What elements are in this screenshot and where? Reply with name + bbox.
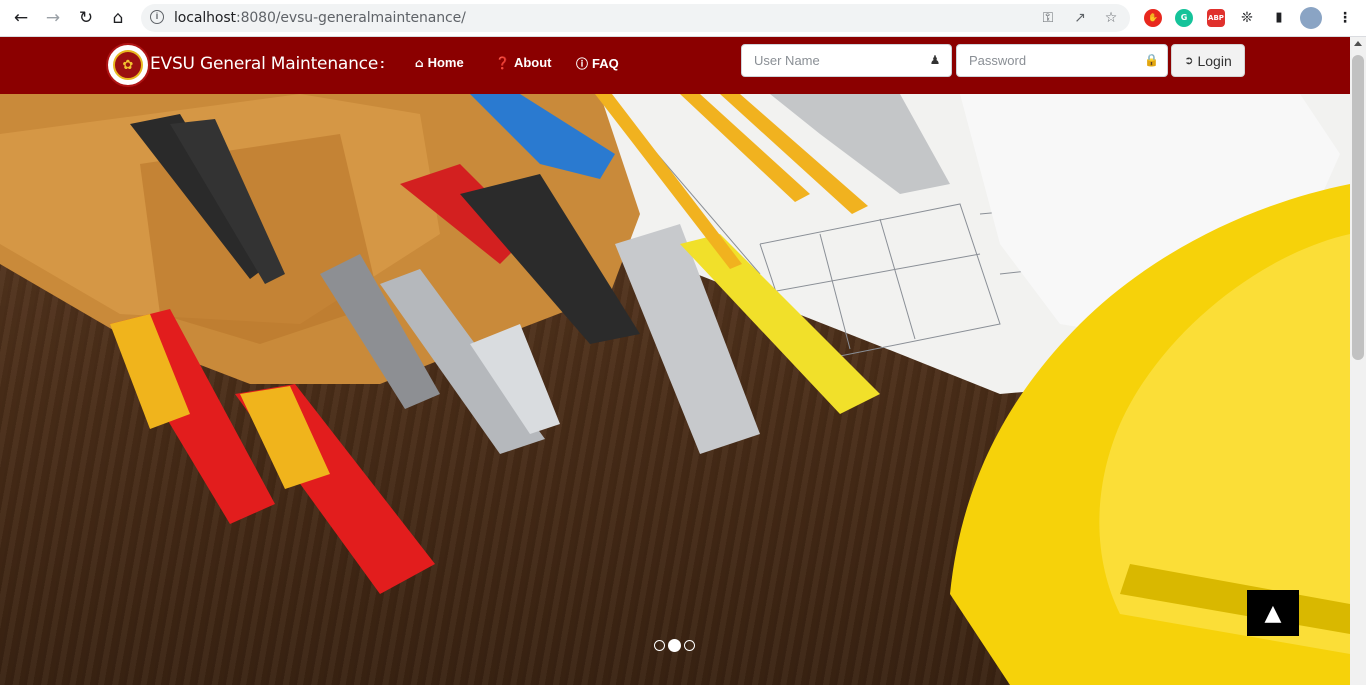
carousel-indicators xyxy=(654,638,696,652)
app-navbar: ✿ EVSU General Maintenance : ⌂ Home ❓ Ab… xyxy=(0,37,1350,94)
key-icon[interactable]: ⚿ xyxy=(1039,9,1057,27)
back-icon[interactable]: ← xyxy=(8,5,34,31)
nav-home[interactable]: ⌂ Home xyxy=(415,55,464,70)
hero-carousel[interactable] xyxy=(0,94,1350,685)
password-field: 🔒 xyxy=(956,44,1168,77)
forward-icon[interactable]: → xyxy=(40,5,66,31)
address-bar[interactable]: i localhost:8080/evsu-generalmaintenance… xyxy=(141,4,1130,32)
back-to-top-button[interactable]: ▲ xyxy=(1247,590,1299,636)
username-field: ♟ xyxy=(741,44,952,77)
user-icon: ♟ xyxy=(929,53,941,67)
url-text[interactable]: localhost:8080/evsu-generalmaintenance/ xyxy=(174,10,466,26)
login-label: Login xyxy=(1197,52,1232,69)
share-icon[interactable]: ↗ xyxy=(1071,9,1089,27)
scroll-up-arrow[interactable] xyxy=(1354,41,1362,46)
info-circle-icon: ⓘ xyxy=(576,57,589,71)
password-input[interactable] xyxy=(957,45,1167,76)
username-input[interactable] xyxy=(742,45,951,76)
scrollbar-thumb[interactable] xyxy=(1352,55,1364,360)
puzzle-extensions-icon[interactable]: ❊ xyxy=(1238,9,1256,27)
lock-icon: 🔒 xyxy=(1144,53,1159,67)
question-circle-icon: ❓ xyxy=(495,55,510,70)
bookmark-star-icon[interactable]: ☆ xyxy=(1102,9,1120,27)
adblock-extension-icon[interactable]: ABP xyxy=(1207,9,1225,27)
sign-in-icon: ➲ xyxy=(1184,54,1194,67)
grammarly-extension-icon[interactable]: G xyxy=(1175,9,1193,27)
brand-title[interactable]: EVSU General Maintenance xyxy=(150,54,378,74)
seal-icon: ✿ xyxy=(113,50,143,80)
evsu-logo[interactable]: ✿ xyxy=(106,43,150,87)
menu-kebab-icon[interactable]: ⋮ xyxy=(1336,9,1354,27)
carousel-dot-3[interactable] xyxy=(684,639,695,651)
reload-icon[interactable]: ↻ xyxy=(73,5,99,31)
nav-about[interactable]: ❓ About xyxy=(495,55,552,70)
nav-home-label: Home xyxy=(427,55,464,70)
login-button[interactable]: ➲ Login xyxy=(1171,44,1245,77)
home-icon: ⌂ xyxy=(415,55,424,70)
profile-avatar[interactable] xyxy=(1300,7,1322,29)
side-panel-icon[interactable]: ▮ xyxy=(1270,9,1288,27)
nav-about-label: About xyxy=(513,55,552,70)
site-info-icon[interactable]: i xyxy=(150,10,164,24)
tools-illustration xyxy=(0,94,1350,685)
brand-separator: : xyxy=(380,55,385,71)
nav-faq-label: FAQ xyxy=(592,56,619,71)
carousel-dot-2[interactable] xyxy=(668,638,681,652)
page-scrollbar[interactable] xyxy=(1350,37,1366,685)
chevron-up-icon: ▲ xyxy=(1264,600,1282,626)
extensions-area: ✋ G ABP ❊ ▮ ⋮ xyxy=(1136,4,1352,32)
stop-hand-extension-icon[interactable]: ✋ xyxy=(1144,9,1162,27)
nav-faq[interactable]: ⓘ FAQ xyxy=(576,55,619,72)
browser-toolbar: ← → ↻ ⌂ i localhost:8080/evsu-generalmai… xyxy=(0,0,1366,37)
home-browser-icon[interactable]: ⌂ xyxy=(105,5,131,31)
carousel-dot-1[interactable] xyxy=(654,639,665,651)
